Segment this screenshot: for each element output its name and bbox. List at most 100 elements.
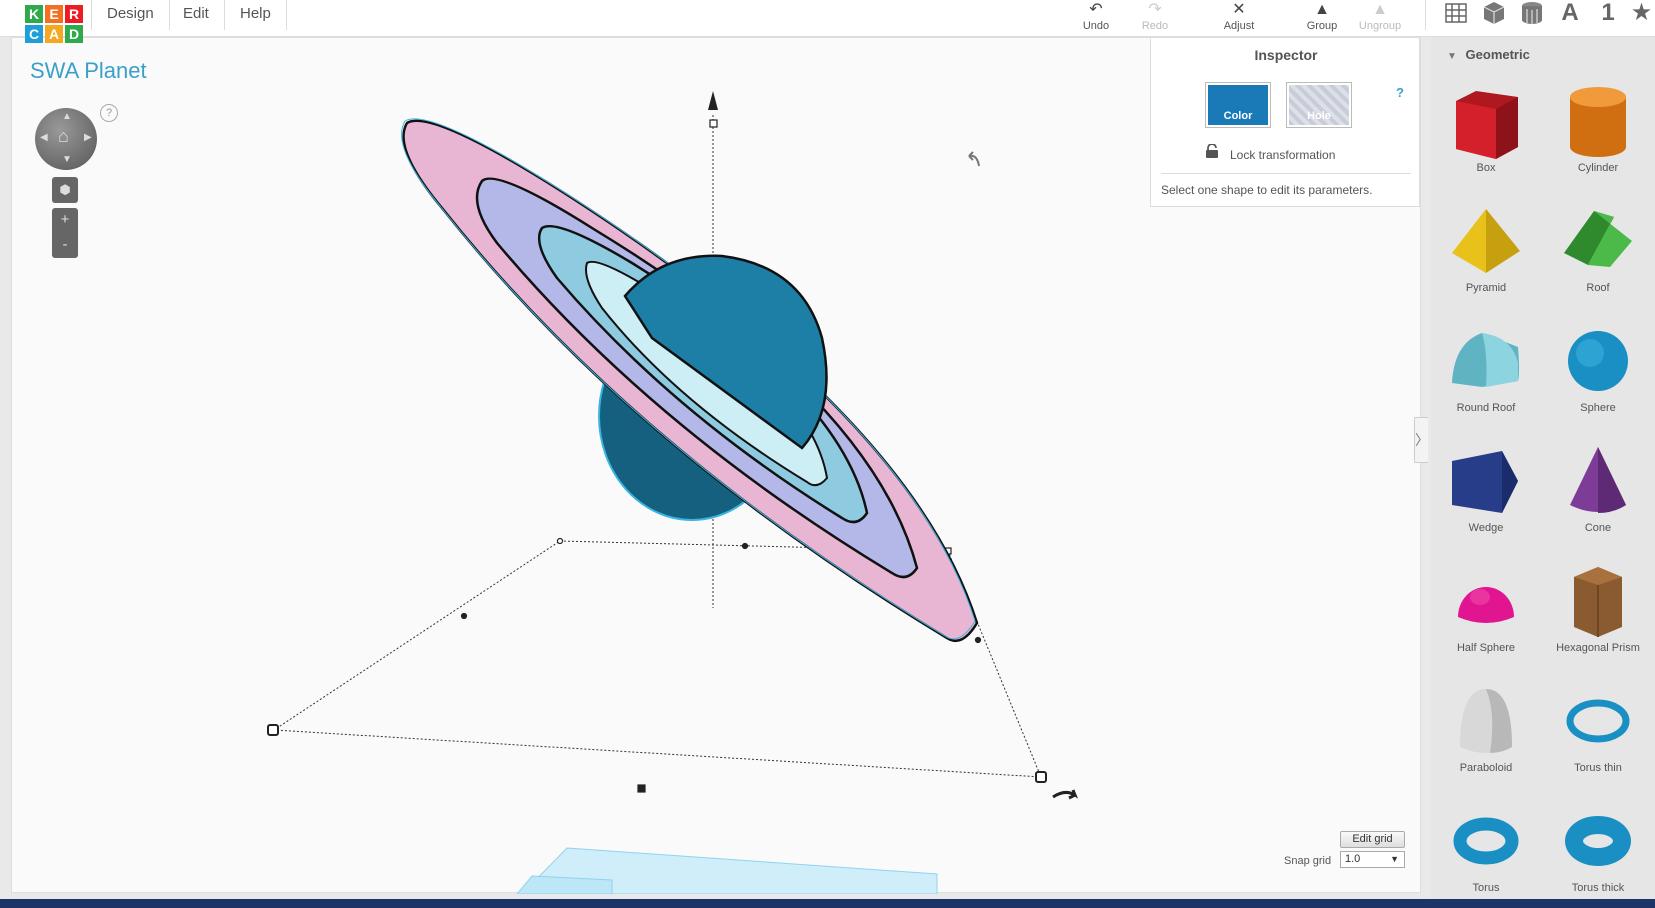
hole-button[interactable]: Hole <box>1287 83 1351 127</box>
redo-label: Redo <box>1141 20 1169 32</box>
shape-label: Paraboloid <box>1459 762 1513 774</box>
grid-icon[interactable] <box>1440 0 1472 28</box>
star-icon[interactable]: ★ <box>1628 0 1655 28</box>
inspector-panel: Inspector Color Hole ? Lock transformati… <box>1150 37 1420 207</box>
orbit-down-icon[interactable]: ▼ <box>62 154 72 165</box>
snap-grid-select[interactable]: 1.0 ▼ <box>1340 851 1405 868</box>
undo-label: Undo <box>1082 20 1110 32</box>
undo-button[interactable]: ↶ Undo <box>1066 0 1126 32</box>
rotate-top-icon[interactable] <box>968 151 980 167</box>
shape-torus[interactable]: Torus <box>1431 795 1541 908</box>
cube-icon: ⬢ <box>59 182 71 197</box>
color-button[interactable]: Color <box>1206 83 1270 127</box>
shape-label: Torus <box>1472 882 1500 894</box>
pyramid-icon <box>1452 209 1520 273</box>
ungroup-icon: ▲ <box>1372 1 1388 18</box>
logo-letter: C <box>25 25 43 43</box>
ungroup-button[interactable]: ▲ Ungroup <box>1350 0 1410 32</box>
edit-grid-button[interactable]: Edit grid <box>1340 831 1405 848</box>
orbit-up-icon[interactable]: ▲ <box>62 111 72 122</box>
undo-icon: ↶ <box>1089 1 1103 18</box>
view-help-icon[interactable]: ? <box>100 104 118 122</box>
redo-button[interactable]: ↷ Redo <box>1125 0 1185 32</box>
shape-round-roof[interactable]: Round Roof <box>1431 315 1541 429</box>
menu-edit[interactable]: Edit <box>168 0 225 30</box>
paraboloid-icon <box>1460 689 1512 753</box>
shape-wedge[interactable]: Wedge <box>1431 435 1541 549</box>
inspector-divider <box>1161 173 1411 174</box>
menu-design[interactable]: Design <box>91 0 170 30</box>
hexagonal-prism-icon <box>1574 567 1622 637</box>
logo-letter: K <box>25 5 43 23</box>
lock-transformation-label[interactable]: Lock transformation <box>1230 148 1335 162</box>
shape-label: Hexagonal Prism <box>1556 642 1640 654</box>
ortho-cube-button[interactable]: ⬢ <box>52 177 78 203</box>
rotate-handle-icon[interactable] <box>1052 789 1079 800</box>
logo-letter: A <box>45 25 63 43</box>
lock-icon[interactable] <box>1205 144 1219 158</box>
shape-label: Sphere <box>1580 402 1616 414</box>
shape-cylinder[interactable]: Cylinder <box>1543 75 1653 189</box>
cylinder-icon[interactable] <box>1516 0 1548 28</box>
group-button[interactable]: ▲ Group <box>1292 0 1352 32</box>
shape-label: Pyramid <box>1465 282 1507 294</box>
planet-model[interactable] <box>401 118 979 643</box>
torus-thick-icon <box>1565 816 1631 866</box>
shape-label: Box <box>1476 162 1496 174</box>
box-icon[interactable] <box>1478 0 1510 28</box>
shape-torus-thin[interactable]: Torus thin <box>1543 675 1653 789</box>
shape-label: Torus thin <box>1574 762 1622 774</box>
view-orbit-control[interactable]: ▲ ▼ ◀ ▶ ⌂ <box>35 108 97 170</box>
adjust-label: Adjust <box>1223 20 1255 32</box>
orbit-right-icon[interactable]: ▶ <box>84 132 92 143</box>
shape-pyramid[interactable]: Pyramid <box>1431 195 1541 309</box>
shape-cone[interactable]: Cone <box>1543 435 1653 549</box>
shape-box[interactable]: Box <box>1431 75 1541 189</box>
adjust-icon: ✕ <box>1232 1 1246 18</box>
number-shape-icon[interactable]: 1 <box>1592 0 1624 28</box>
logo-letter: R <box>65 5 83 23</box>
tinkercad-logo[interactable]: K E R C A D <box>25 0 85 45</box>
zoom-control[interactable]: + - <box>52 208 78 258</box>
shape-label: Wedge <box>1468 522 1504 534</box>
shape-label: Roof <box>1586 282 1610 294</box>
menu-help[interactable]: Help <box>225 0 287 30</box>
shape-roof[interactable]: Roof <box>1543 195 1653 309</box>
os-taskbar <box>0 899 1655 908</box>
adjust-button[interactable]: ✕ Adjust <box>1209 0 1269 32</box>
home-icon[interactable]: ⌂ <box>58 126 69 147</box>
category-label: Geometric <box>1465 47 1530 62</box>
inspector-help-icon[interactable]: ? <box>1396 85 1404 100</box>
grid-plane <box>516 847 938 894</box>
snap-grid-label: Snap grid <box>1284 855 1332 867</box>
text-shape-icon[interactable]: A <box>1554 0 1586 28</box>
zoom-out-button[interactable]: - <box>52 233 78 258</box>
redo-icon: ↷ <box>1148 1 1162 18</box>
design-title[interactable]: SWA Planet <box>30 58 147 84</box>
group-icon: ▲ <box>1314 1 1330 18</box>
shape-half-sphere[interactable]: Half Sphere <box>1431 555 1541 669</box>
shape-paraboloid[interactable]: Paraboloid <box>1431 675 1541 789</box>
shape-label: Round Roof <box>1456 402 1516 414</box>
shape-sphere[interactable]: Sphere <box>1543 315 1653 429</box>
shape-torus-thick[interactable]: Torus thick <box>1543 795 1653 908</box>
shape-library: ▼ Geometric Box Cylinder Pyramid Roof Ro… <box>1431 37 1655 908</box>
inspector-title: Inspector <box>1254 47 1318 63</box>
orbit-left-icon[interactable]: ◀ <box>40 132 48 143</box>
inspector-message: Select one shape to edit its parameters. <box>1161 183 1373 197</box>
collapse-triangle-icon: ▼ <box>1447 51 1457 62</box>
library-category-header[interactable]: ▼ Geometric <box>1447 47 1530 62</box>
ungroup-label: Ungroup <box>1358 20 1402 32</box>
half-sphere-icon <box>1458 587 1514 623</box>
wedge-icon <box>1452 451 1518 513</box>
zoom-in-button[interactable]: + <box>52 208 78 233</box>
box-icon <box>1456 91 1518 159</box>
panel-collapse-toggle[interactable]: 〉 <box>1414 417 1429 463</box>
shape-label: Torus thick <box>1571 882 1625 894</box>
torus-thin-icon <box>1566 699 1630 743</box>
height-arrow-icon[interactable] <box>708 91 718 110</box>
shape-hexagonal-prism[interactable]: Hexagonal Prism <box>1543 555 1653 669</box>
roof-icon <box>1564 211 1632 267</box>
chevron-right-icon: 〉 <box>1415 432 1429 448</box>
sphere-icon <box>1568 331 1628 391</box>
